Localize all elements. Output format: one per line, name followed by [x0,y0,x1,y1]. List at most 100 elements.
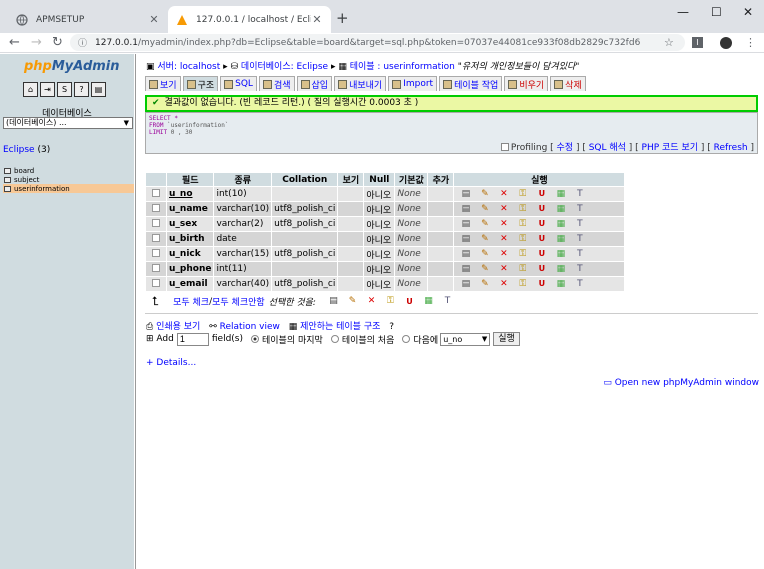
edit-icon[interactable]: ✎ [479,234,490,245]
explain-sql-link[interactable]: SQL 해석 [589,143,626,153]
unique-icon[interactable]: U [536,278,547,289]
extension-icon[interactable]: I [692,37,703,48]
row-checkbox[interactable] [152,203,160,212]
check-all-link[interactable]: 모두 체크 [173,295,209,308]
tab-search[interactable]: 검색 [258,76,295,91]
index-icon[interactable]: ▦ [555,204,566,215]
breadcrumb-database[interactable]: 데이터베이스: Eclipse [241,62,328,72]
php-code-link[interactable]: PHP 코드 보기 [642,143,698,153]
radio-after[interactable] [402,335,411,343]
edit-query-link[interactable]: 수정 [557,143,574,153]
primary-key-icon[interactable]: ⚿ [517,264,528,275]
primary-key-icon[interactable]: ⚿ [517,234,528,245]
docs-icon[interactable]: ? [74,82,89,97]
close-window-icon[interactable]: ✕ [743,5,753,19]
fulltext-icon[interactable]: T [574,249,585,260]
uncheck-all-link[interactable]: 모두 체크안함 [212,295,265,308]
delete-icon[interactable]: ✕ [498,219,509,230]
browser-tab-apmsetup[interactable]: APMSETUP ✕ [8,6,168,33]
bulk-delete-icon[interactable]: ✕ [366,296,377,307]
close-tab-icon[interactable]: ✕ [148,13,160,26]
index-icon[interactable]: ▦ [555,264,566,275]
bulk-fulltext-icon[interactable]: T [442,296,453,307]
browse-distinct-icon[interactable]: ▤ [460,234,471,245]
home-icon[interactable]: ⌂ [23,82,38,97]
maximize-icon[interactable]: ☐ [711,5,722,19]
edit-icon[interactable]: ✎ [479,264,490,275]
primary-key-icon[interactable]: ⚿ [517,204,528,215]
print-view-link[interactable]: 인쇄용 보기 [156,322,200,332]
reload-icon[interactable]: ↻ [52,35,63,50]
phpmyadmin-logo[interactable]: phpMyAdmin [24,59,120,74]
bulk-browse-icon[interactable]: ▤ [328,296,339,307]
primary-key-icon[interactable]: ⚿ [517,219,528,230]
tab-drop[interactable]: 삭제 [550,76,586,91]
browse-distinct-icon[interactable]: ▤ [460,189,471,200]
tab-empty[interactable]: 비우기 [504,76,549,91]
close-tab-icon[interactable]: ✕ [311,13,323,26]
unique-icon[interactable]: U [536,188,547,199]
browse-distinct-icon[interactable]: ▤ [460,264,471,275]
minimize-icon[interactable]: — [677,5,689,19]
index-icon[interactable]: ▦ [555,279,566,290]
after-field-select[interactable]: u_no ▼ [440,332,491,346]
browse-distinct-icon[interactable]: ▤ [460,219,471,230]
fulltext-icon[interactable]: T [574,189,585,200]
edit-icon[interactable]: ✎ [479,249,490,260]
index-icon[interactable]: ▦ [555,249,566,260]
row-checkbox[interactable] [152,248,160,257]
sql-query-icon[interactable]: S [57,82,72,97]
relation-view-link[interactable]: Relation view [220,322,280,332]
unique-icon[interactable]: U [536,233,547,244]
primary-key-icon[interactable]: ⚿ [517,249,528,260]
table-icon[interactable] [4,167,11,174]
index-icon[interactable]: ▦ [555,189,566,200]
edit-icon[interactable]: ✎ [479,219,490,230]
unique-icon[interactable]: U [536,248,547,259]
new-tab-icon[interactable]: + [336,9,349,27]
tab-operations[interactable]: 테이블 작업 [439,76,503,91]
row-checkbox[interactable] [152,218,160,227]
open-new-window[interactable]: ▭ Open new phpMyAdmin window [603,378,759,388]
tab-structure[interactable]: 구조 [182,76,219,91]
browse-distinct-icon[interactable]: ▤ [460,279,471,290]
browse-distinct-icon[interactable]: ▤ [460,249,471,260]
fulltext-icon[interactable]: T [574,279,585,290]
fulltext-icon[interactable]: T [574,234,585,245]
propose-structure-link[interactable]: 제안하는 테이블 구조 [300,322,380,332]
reload-nav-icon[interactable]: ▤ [91,82,106,97]
fulltext-icon[interactable]: T [574,264,585,275]
bulk-unique-icon[interactable]: U [404,296,415,307]
tab-browse[interactable]: 보기 [145,76,181,91]
primary-key-icon[interactable]: ⚿ [517,279,528,290]
edit-icon[interactable]: ✎ [479,279,490,290]
browser-tab-phpmyadmin[interactable]: 127.0.0.1 / localhost / Eclipse / ✕ [168,6,331,33]
breadcrumb-server[interactable]: 서버: localhost [157,62,220,72]
fulltext-icon[interactable]: T [574,204,585,215]
menu-kebab-icon[interactable]: ⋮ [745,36,756,49]
table-item-subject[interactable]: subject [3,175,134,184]
index-icon[interactable]: ▦ [555,234,566,245]
row-checkbox[interactable] [152,233,160,242]
table-item-userinformation[interactable]: userinformation [3,184,134,193]
bulk-index-icon[interactable]: ▦ [423,296,434,307]
edit-icon[interactable]: ✎ [479,204,490,215]
delete-icon[interactable]: ✕ [498,279,509,290]
details-link[interactable]: + Details... [146,358,196,368]
table-item-board[interactable]: board [3,166,134,175]
tab-insert[interactable]: 삽입 [296,76,333,91]
delete-icon[interactable]: ✕ [498,264,509,275]
database-select[interactable]: (데이터베이스) ... ▼ [3,117,133,129]
edit-icon[interactable]: ✎ [479,189,490,200]
breadcrumb-table[interactable]: 테이블 : userinformation [350,62,455,72]
forward-icon[interactable]: → [31,35,42,50]
unique-icon[interactable]: U [536,263,547,274]
tab-import[interactable]: Import [388,76,438,91]
back-icon[interactable]: ← [9,35,20,50]
bulk-primary-icon[interactable]: ⚿ [385,296,396,307]
fulltext-icon[interactable]: T [574,219,585,230]
help-icon[interactable]: ? [389,322,394,332]
table-icon[interactable] [4,185,11,192]
delete-icon[interactable]: ✕ [498,249,509,260]
add-go-button[interactable]: 실행 [493,332,520,346]
